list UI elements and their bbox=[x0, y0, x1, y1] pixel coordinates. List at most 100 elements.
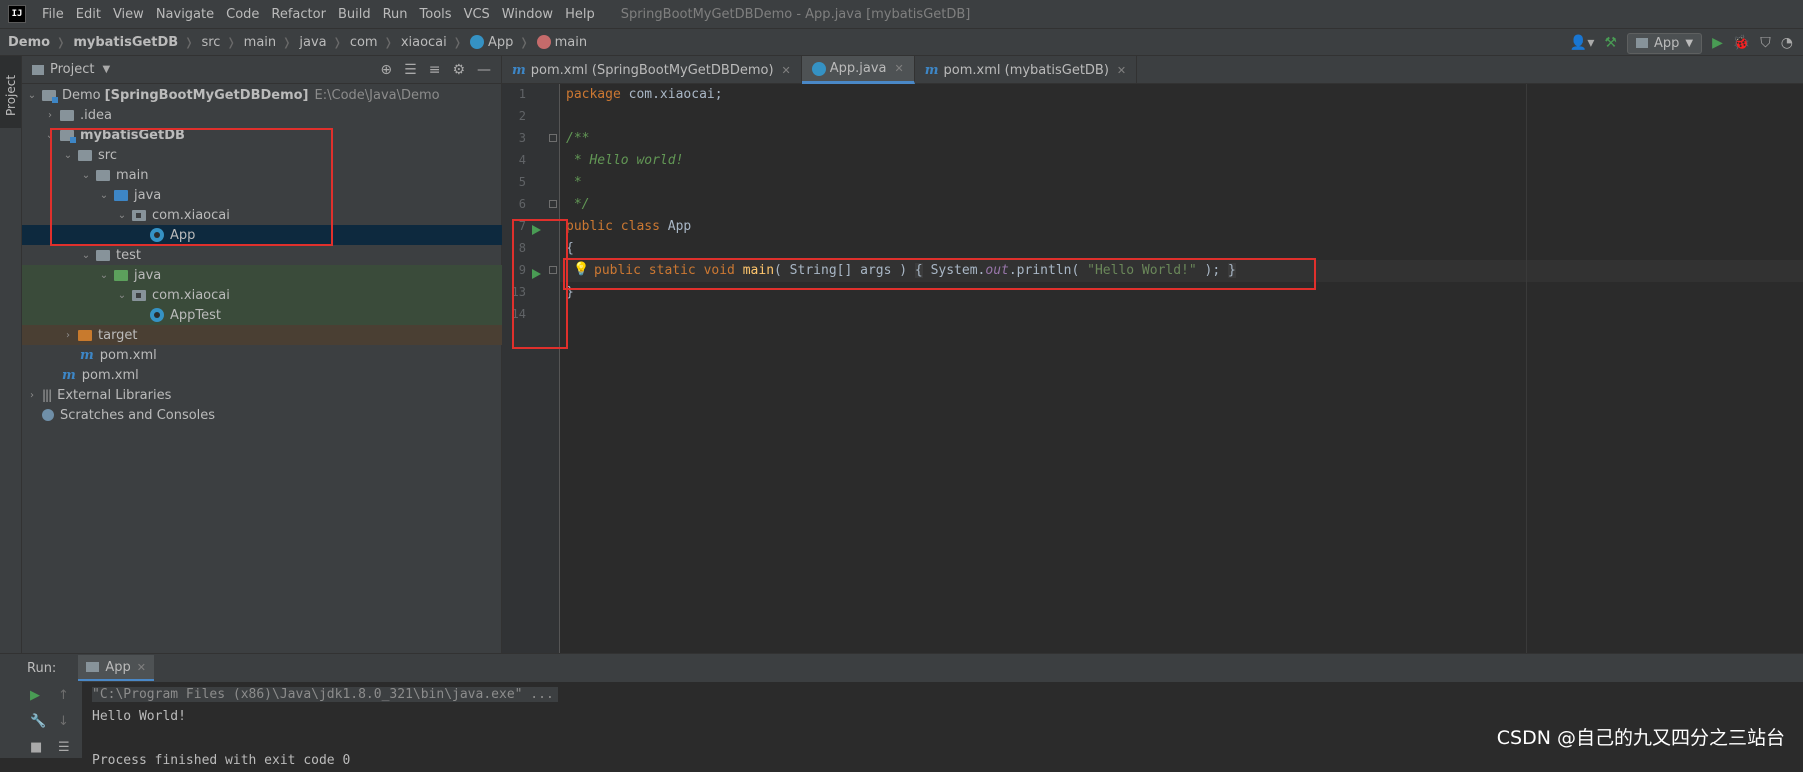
menu-help[interactable]: Help bbox=[559, 7, 601, 22]
chevron-right-icon[interactable]: › bbox=[26, 390, 38, 401]
tree-item-target[interactable]: › target bbox=[22, 325, 541, 345]
fold-icon[interactable] bbox=[549, 266, 557, 274]
chevron-down-icon[interactable]: ⌄ bbox=[116, 290, 128, 301]
soft-wrap-icon[interactable]: ☰ bbox=[58, 740, 70, 755]
tab-pom-module[interactable]: m pom.xml (mybatisGetDB) ✕ bbox=[915, 56, 1138, 84]
maven-icon: m bbox=[512, 62, 526, 78]
class-icon bbox=[150, 308, 164, 322]
breadcrumb-item[interactable]: main ❭ bbox=[236, 35, 292, 50]
build-hammer-icon[interactable]: ⚒ bbox=[1604, 35, 1617, 51]
close-icon[interactable]: ✕ bbox=[895, 62, 904, 75]
breadcrumb-item[interactable]: main bbox=[529, 35, 587, 50]
tree-item-main[interactable]: ⌄ main bbox=[22, 165, 559, 185]
gear-icon[interactable]: ⚙ bbox=[452, 62, 465, 78]
collapse-all-icon[interactable]: ≡ bbox=[429, 62, 441, 78]
tree-item-module-pom[interactable]: m pom.xml bbox=[22, 345, 559, 365]
menu-vcs[interactable]: VCS bbox=[458, 7, 496, 22]
code-editor[interactable]: package com.xiaocai; /** * Hello world! … bbox=[560, 84, 1803, 653]
tree-item-label: test bbox=[116, 247, 141, 263]
tree-item-external-libraries[interactable]: › ||| External Libraries bbox=[22, 385, 505, 405]
tree-item-demo[interactable]: ⌄ Demo [SpringBootMyGetDBDemo] E:\Code\J… bbox=[22, 85, 505, 105]
tree-item-root-pom[interactable]: m pom.xml bbox=[22, 365, 541, 385]
line-number: 13 bbox=[511, 285, 526, 299]
chevron-down-icon[interactable]: ⌄ bbox=[62, 150, 74, 161]
chevron-down-icon[interactable]: ⌄ bbox=[44, 130, 56, 141]
menu-build[interactable]: Build bbox=[332, 7, 377, 22]
breadcrumb-item[interactable]: com ❭ bbox=[342, 35, 393, 50]
line-number: 3 bbox=[518, 131, 526, 145]
close-icon[interactable]: ✕ bbox=[1117, 64, 1126, 77]
run-main-gutter-icon[interactable] bbox=[532, 269, 541, 279]
breadcrumb-label: com bbox=[349, 34, 378, 50]
breadcrumb-item[interactable]: Demo ❭ bbox=[0, 35, 65, 50]
editor-gutter[interactable]: 1 2 3 4 5 6 7 8 9 13 14 bbox=[502, 84, 560, 653]
menu-tools[interactable]: Tools bbox=[414, 7, 458, 22]
menu-file[interactable]: File bbox=[36, 7, 70, 22]
breadcrumb-item[interactable]: mybatisGetDB ❭ bbox=[65, 35, 193, 50]
project-tool-window: Project ▼ ⊕ ☰ ≡ ⚙ — ⌄ Demo [SpringBootMy… bbox=[22, 56, 629, 653]
chevron-right-icon[interactable]: › bbox=[44, 110, 56, 121]
chevron-down-icon[interactable]: ⌄ bbox=[98, 270, 110, 281]
tree-item-src[interactable]: ⌄ src bbox=[22, 145, 541, 165]
line-number: 2 bbox=[518, 109, 526, 123]
console-command-text: "C:\Program Files (x86)\Java\jdk1.8.0_32… bbox=[92, 687, 558, 702]
chevron-down-icon[interactable]: ⌄ bbox=[26, 90, 38, 101]
tab-app-java[interactable]: App.java ✕ bbox=[801, 56, 915, 84]
menu-navigate[interactable]: Navigate bbox=[150, 7, 220, 22]
breadcrumb-item[interactable]: src ❭ bbox=[193, 35, 235, 50]
user-icon[interactable]: 👤▾ bbox=[1570, 35, 1594, 51]
down-arrow-icon[interactable]: ↓ bbox=[58, 714, 69, 729]
console-output[interactable]: "C:\Program Files (x86)\Java\jdk1.8.0_32… bbox=[92, 684, 558, 772]
close-icon[interactable]: ✕ bbox=[782, 64, 791, 77]
chevron-down-icon[interactable]: ⌄ bbox=[80, 250, 92, 261]
wrench-icon[interactable]: 🔧 bbox=[30, 714, 46, 729]
chevron-down-icon[interactable]: ⌄ bbox=[80, 170, 92, 181]
chevron-right-icon[interactable]: › bbox=[62, 330, 74, 341]
menu-edit[interactable]: Edit bbox=[70, 7, 107, 22]
menu-view[interactable]: View bbox=[107, 7, 150, 22]
chevron-down-icon[interactable]: ⌄ bbox=[98, 190, 110, 201]
run-icon[interactable]: ▶ bbox=[1712, 35, 1723, 51]
run-class-gutter-icon[interactable] bbox=[532, 225, 541, 235]
locate-icon[interactable]: ⊕ bbox=[380, 62, 392, 78]
excluded-folder-icon bbox=[78, 329, 92, 341]
breadcrumb-item[interactable]: xiaocai ❭ bbox=[393, 35, 462, 50]
tree-item-test-java[interactable]: ⌄ java bbox=[22, 265, 577, 285]
project-panel-title[interactable]: Project bbox=[50, 62, 94, 77]
chevron-down-icon[interactable]: ▼ bbox=[102, 64, 110, 75]
chevron-down-icon[interactable]: ⌄ bbox=[116, 210, 128, 221]
maven-icon: m bbox=[924, 62, 939, 78]
rerun-icon[interactable]: ▶ bbox=[30, 688, 40, 703]
up-arrow-icon[interactable]: ↑ bbox=[58, 688, 69, 703]
menu-window[interactable]: Window bbox=[496, 7, 559, 22]
tree-item-java[interactable]: ⌄ java bbox=[22, 185, 577, 205]
tree-item-mybatisgetdb[interactable]: ⌄ mybatisGetDB bbox=[22, 125, 523, 145]
tab-pom-root[interactable]: m pom.xml (SpringBootMyGetDBDemo) ✕ bbox=[502, 56, 802, 84]
menu-refactor[interactable]: Refactor bbox=[265, 7, 332, 22]
stop-icon[interactable]: ■ bbox=[30, 740, 42, 755]
breadcrumb-item[interactable]: java ❭ bbox=[291, 35, 341, 50]
tree-item-test[interactable]: ⌄ test bbox=[22, 245, 559, 265]
debug-icon[interactable]: 🐞 bbox=[1733, 35, 1750, 51]
profile-icon[interactable]: ◔ bbox=[1781, 35, 1793, 51]
run-tab-app[interactable]: App ✕ bbox=[78, 655, 154, 681]
lightbulb-icon[interactable]: 💡 bbox=[573, 262, 589, 277]
minimize-icon[interactable]: — bbox=[477, 62, 491, 78]
breadcrumb-label: mybatisGetDB bbox=[73, 34, 179, 50]
project-tool-button[interactable]: Project bbox=[0, 56, 21, 128]
breadcrumb-item[interactable]: App ❭ bbox=[462, 35, 529, 50]
folder-icon bbox=[60, 109, 74, 121]
close-icon[interactable]: ✕ bbox=[137, 661, 146, 674]
tree-item-scratches[interactable]: Scratches and Consoles bbox=[22, 405, 521, 425]
method-icon bbox=[536, 35, 551, 49]
run-configuration-select[interactable]: App ▼ bbox=[1626, 32, 1703, 54]
code-folded-brace[interactable]: } bbox=[1228, 263, 1236, 278]
code-folded-brace[interactable]: { bbox=[914, 263, 923, 278]
coverage-icon[interactable]: ⛉ bbox=[1760, 35, 1771, 51]
menu-code[interactable]: Code bbox=[220, 7, 265, 22]
expand-all-icon[interactable]: ☰ bbox=[404, 62, 417, 78]
menu-run[interactable]: Run bbox=[377, 7, 414, 22]
tree-item-idea[interactable]: › .idea bbox=[22, 105, 523, 125]
fold-icon[interactable] bbox=[549, 134, 557, 142]
fold-icon[interactable] bbox=[549, 200, 557, 208]
